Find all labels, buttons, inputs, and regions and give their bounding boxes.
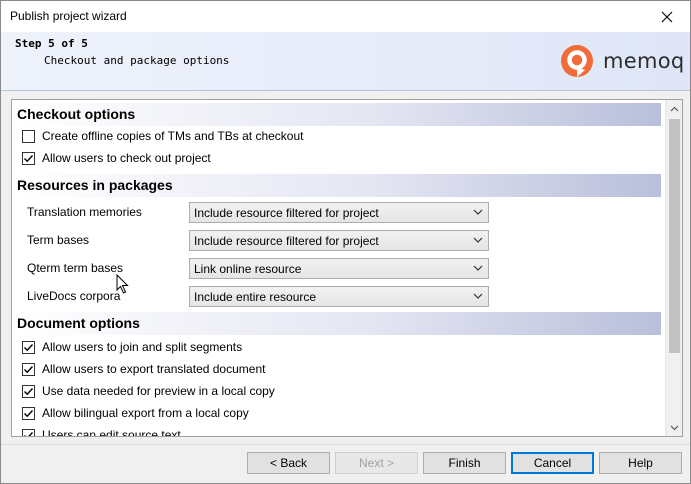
translation-memories-select[interactable]: Include resource filtered for project: [189, 202, 489, 223]
finish-button[interactable]: Finish: [423, 452, 506, 474]
document-options-heading: Document options: [15, 312, 661, 335]
back-button[interactable]: < Back: [247, 452, 330, 474]
cancel-button[interactable]: Cancel: [511, 452, 594, 474]
close-icon[interactable]: [644, 1, 690, 32]
checkbox-label: Allow users to join and split segments: [42, 340, 243, 354]
checkbox-checked-icon[interactable]: [22, 340, 35, 354]
translation-memories-label: Translation memories: [27, 205, 142, 219]
next-button[interactable]: Next >: [335, 452, 418, 474]
term-bases-label: Term bases: [27, 233, 90, 247]
footer-divider: [1, 444, 690, 445]
window-title: Publish project wizard: [10, 9, 127, 23]
mouse-pointer-icon: [116, 274, 129, 294]
chevron-down-icon: [473, 209, 483, 215]
checkbox-bilingual-export[interactable]: Allow bilingual export from a local copy: [22, 404, 249, 422]
checkbox-label: Allow users to check out project: [42, 151, 211, 165]
checkbox-label: Allow users to export translated documen…: [42, 362, 266, 376]
checkout-options-title: Checkout options: [17, 106, 136, 122]
checkbox-allow-check-out[interactable]: Allow users to check out project: [22, 149, 211, 167]
checkout-options-heading: Checkout options: [15, 103, 661, 126]
step-subtitle: Checkout and package options: [44, 54, 230, 67]
select-value: Include entire resource: [194, 290, 317, 304]
checkbox-checked-icon[interactable]: [22, 406, 35, 420]
checkbox-export-translated[interactable]: Allow users to export translated documen…: [22, 360, 265, 378]
checkbox-unchecked-icon[interactable]: [22, 129, 35, 143]
livedocs-corpora-label: LiveDocs corpora: [27, 289, 121, 303]
select-value: Include resource filtered for project: [194, 234, 379, 248]
checkbox-label: Use data needed for preview in a local c…: [42, 384, 275, 398]
checkbox-label: Allow bilingual export from a local copy: [42, 406, 249, 420]
checkbox-label: Create offline copies of TMs and TBs at …: [42, 129, 304, 143]
livedocs-corpora-select[interactable]: Include entire resource: [189, 286, 489, 307]
checkbox-join-split-segments[interactable]: Allow users to join and split segments: [22, 338, 242, 356]
scrollbar-thumb[interactable]: [669, 119, 680, 353]
checkbox-checked-icon[interactable]: [22, 428, 35, 436]
chevron-down-icon: [473, 293, 483, 299]
checkbox-checked-icon[interactable]: [22, 362, 35, 376]
scroll-up-icon[interactable]: [666, 100, 682, 117]
scroll-down-icon[interactable]: [666, 419, 682, 436]
term-bases-select[interactable]: Include resource filtered for project: [189, 230, 489, 251]
help-button[interactable]: Help: [599, 452, 682, 474]
resources-in-packages-heading: Resources in packages: [15, 174, 661, 197]
wizard-header: Step 5 of 5 Checkout and package options…: [1, 32, 690, 91]
resources-in-packages-title: Resources in packages: [17, 177, 173, 193]
select-value: Link online resource: [194, 262, 302, 276]
title-bar: Publish project wizard: [1, 1, 690, 32]
select-value: Include resource filtered for project: [194, 206, 379, 220]
memoq-logo-text: memoq: [603, 49, 685, 73]
memoq-logo-icon: [561, 45, 593, 77]
checkbox-preview-local-copy[interactable]: Use data needed for preview in a local c…: [22, 382, 275, 400]
qterm-term-bases-select[interactable]: Link online resource: [189, 258, 489, 279]
checkbox-checked-icon[interactable]: [22, 384, 35, 398]
step-indicator: Step 5 of 5: [15, 37, 88, 50]
options-panel: Checkout options Create offline copies o…: [11, 99, 683, 437]
checkbox-create-offline-copies[interactable]: Create offline copies of TMs and TBs at …: [22, 127, 303, 145]
qterm-term-bases-label: Qterm term bases: [27, 261, 124, 275]
memoq-logo: memoq: [559, 43, 685, 79]
checkbox-label: Users can edit source text: [42, 428, 181, 437]
checkbox-checked-icon[interactable]: [22, 151, 35, 165]
chevron-down-icon: [473, 265, 483, 271]
document-options-title: Document options: [17, 315, 140, 331]
chevron-down-icon: [473, 237, 483, 243]
publish-project-wizard-window: Publish project wizard Step 5 of 5 Check…: [0, 0, 691, 484]
vertical-scrollbar[interactable]: [665, 100, 682, 436]
checkbox-edit-source-text[interactable]: Users can edit source text: [22, 426, 181, 437]
